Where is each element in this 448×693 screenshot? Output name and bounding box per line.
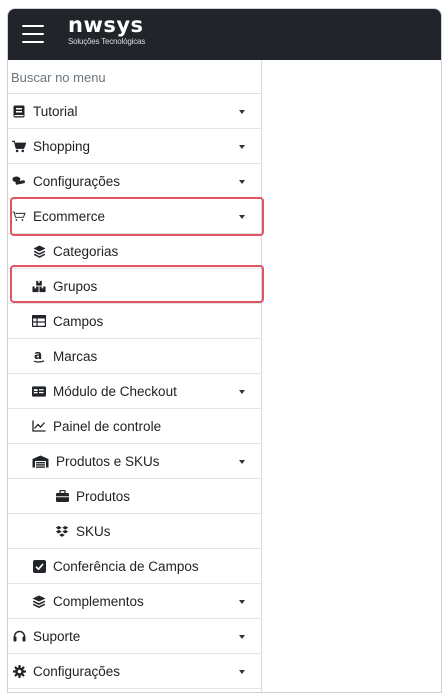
svg-text:a: a [34, 349, 42, 362]
menu-item-configuracoes[interactable]: Configurações [8, 164, 261, 199]
headset-icon [12, 629, 26, 643]
menu-item-marcas[interactable]: a Marcas [8, 339, 261, 374]
gear-icon [12, 664, 26, 678]
menu-search-input[interactable] [11, 70, 251, 85]
menu-item-tutorial[interactable]: Tutorial [8, 94, 261, 129]
chart-line-icon [32, 419, 46, 433]
cart-outline-icon [12, 209, 26, 223]
chevron-down-icon[interactable] [239, 180, 245, 184]
menu-item-campos[interactable]: Campos [8, 304, 261, 339]
menu-item-skus[interactable]: SKUs [8, 514, 261, 549]
menu-item-label: Campos [53, 313, 104, 329]
menu-item-label: Suporte [33, 628, 81, 644]
menu-item-label: Configurações [33, 663, 121, 679]
check-square-icon [32, 559, 46, 573]
menu-item-label: Grupos [53, 278, 98, 294]
menu-item-produtos[interactable]: Produtos [8, 479, 261, 514]
menu-item-label: Ecommerce [33, 208, 106, 224]
cubes-icon [32, 279, 46, 293]
table-icon [32, 314, 46, 328]
chevron-down-icon[interactable] [239, 460, 245, 464]
menu-item-label: Tutorial [33, 103, 78, 119]
amazon-icon: a [32, 349, 46, 363]
chevron-down-icon[interactable] [239, 110, 245, 114]
chevron-down-icon[interactable] [239, 600, 245, 604]
menu-item-label: Painel de controle [53, 418, 162, 434]
wrench-icon [12, 174, 26, 188]
shopping-cart-icon [12, 139, 26, 153]
chevron-down-icon[interactable] [239, 390, 245, 394]
menu-item-label: Módulo de Checkout [53, 383, 177, 399]
menu-item-painel-controle[interactable]: Painel de controle [8, 409, 261, 444]
menu-item-grupos[interactable]: Grupos [8, 269, 261, 304]
logo-name: nwsys [68, 13, 144, 37]
menu-item-label: Marcas [53, 348, 98, 364]
layers-icon [32, 244, 46, 258]
menu-item-conferencia-campos[interactable]: Conferência de Campos [8, 549, 261, 584]
menu-item-label: Shopping [33, 138, 91, 154]
menu-item-label: SKUs [76, 523, 111, 539]
menu-item-categorias[interactable]: Categorias [8, 234, 261, 269]
menu-item-shopping[interactable]: Shopping [8, 129, 261, 164]
chevron-down-icon[interactable] [239, 145, 245, 149]
menu-search [8, 60, 261, 94]
menu-item-label: Produtos e SKUs [56, 453, 160, 469]
briefcase-icon [55, 489, 69, 503]
chevron-down-icon[interactable] [239, 215, 245, 219]
layers-icon [32, 594, 46, 608]
hamburger-menu-icon[interactable] [22, 25, 44, 43]
top-navbar: nwsys Soluções Tecnológicas [8, 9, 441, 60]
menu-item-label: Categorias [53, 243, 119, 259]
book-icon [12, 104, 26, 118]
menu-item-produtos-skus[interactable]: Produtos e SKUs [8, 444, 261, 479]
logo-tagline: Soluções Tecnológicas [68, 37, 146, 46]
sidebar-menu: Tutorial Shopping Configurações Ecommerc… [8, 60, 262, 692]
chevron-down-icon[interactable] [239, 635, 245, 639]
menu-item-suporte[interactable]: Suporte [8, 619, 261, 654]
menu-item-label: Complementos [53, 593, 144, 609]
menu-item-label: Configurações [33, 173, 121, 189]
id-card-icon [32, 384, 46, 398]
logo[interactable]: nwsys Soluções Tecnológicas [68, 15, 145, 47]
chevron-down-icon[interactable] [239, 670, 245, 674]
menu-item-complementos[interactable]: Complementos [8, 584, 261, 619]
menu-item-configuracoes-sistema[interactable]: Configurações [8, 654, 261, 689]
menu-item-ecommerce[interactable]: Ecommerce [8, 199, 261, 234]
warehouse-icon [32, 454, 49, 468]
app-window: nwsys Soluções Tecnológicas Tutorial Sho… [7, 8, 442, 693]
dropbox-icon [55, 524, 69, 538]
menu-item-label: Conferência de Campos [53, 558, 199, 574]
menu-item-label: Produtos [76, 488, 131, 504]
menu-item-modulo-checkout[interactable]: Módulo de Checkout [8, 374, 261, 409]
